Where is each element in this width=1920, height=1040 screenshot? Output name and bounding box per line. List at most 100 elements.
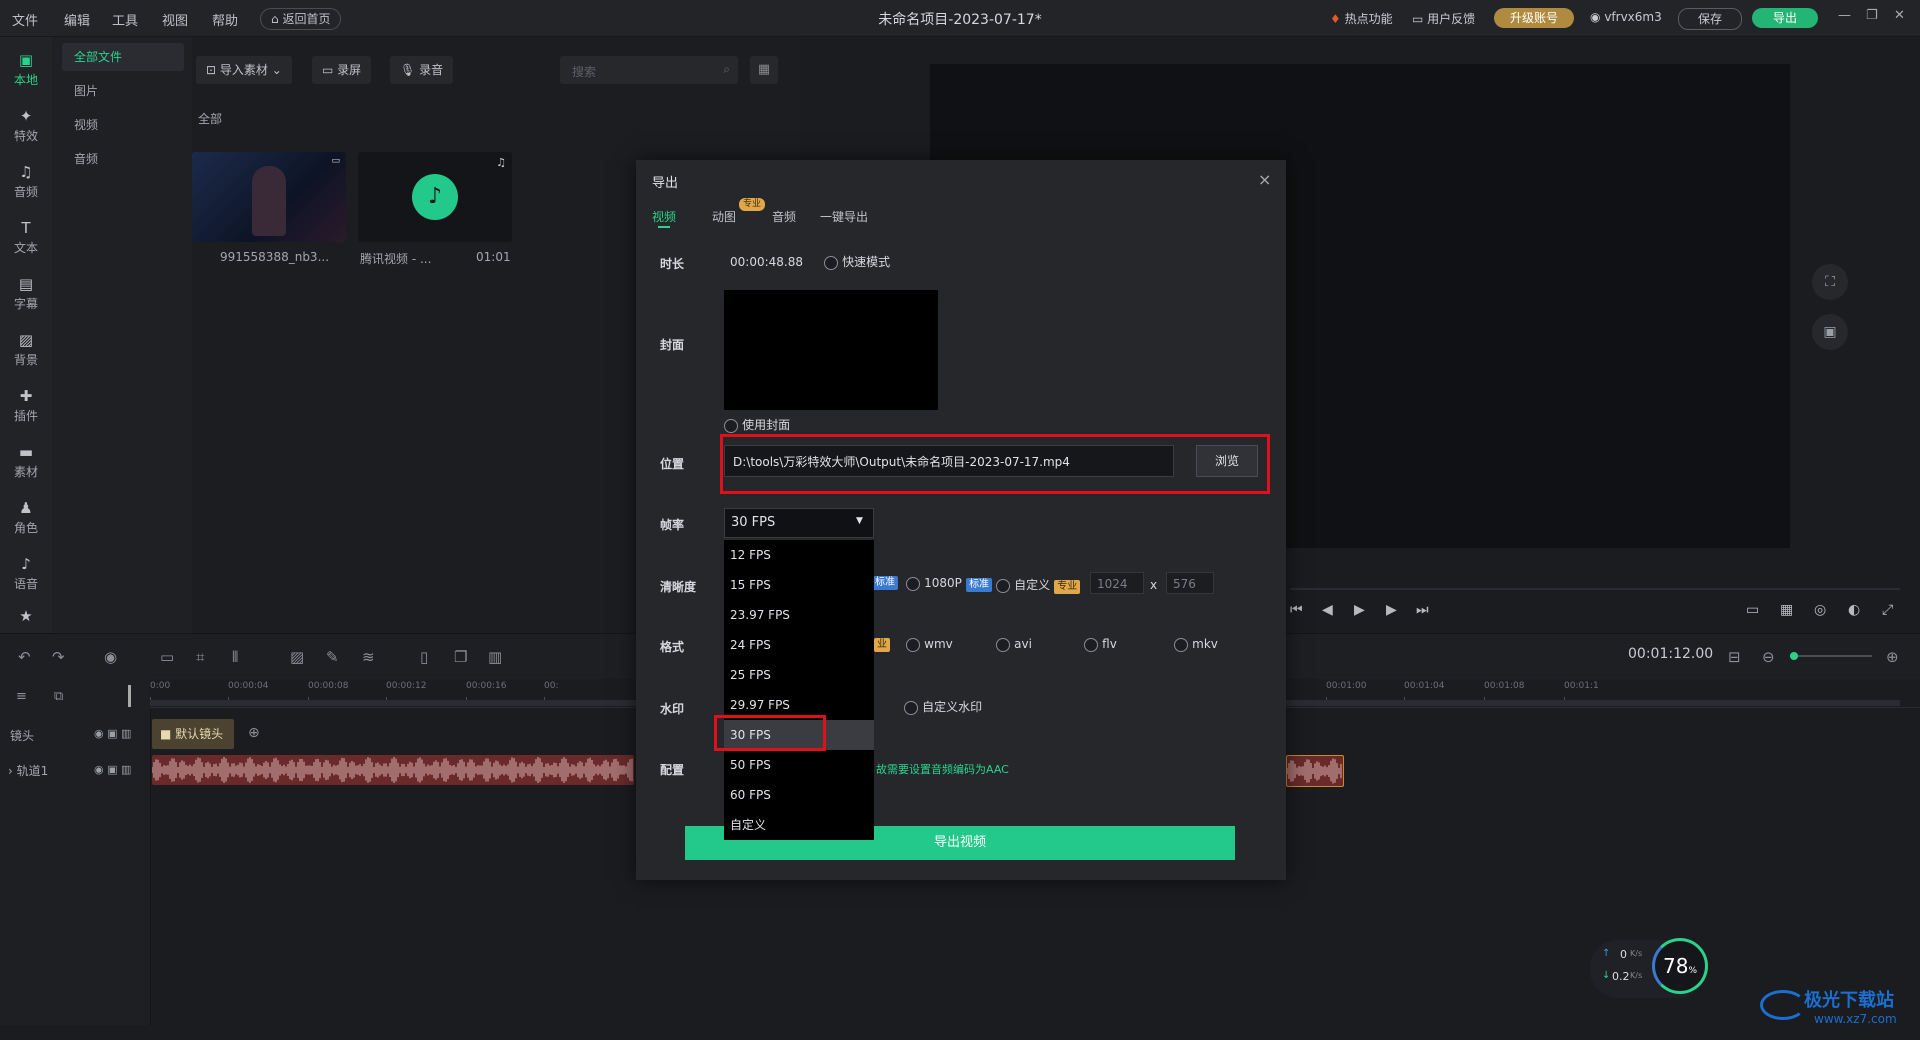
grid-icon[interactable]: ▦ xyxy=(1780,602,1793,618)
eye-icon[interactable]: ◉ ▣ ▥ xyxy=(94,727,131,740)
crop-icon[interactable]: ⌗ xyxy=(196,648,204,666)
mkv-radio[interactable] xyxy=(1174,637,1188,652)
nav-voice[interactable]: ♪ 语音 xyxy=(0,555,52,592)
fps-option[interactable]: 24 FPS xyxy=(724,630,874,660)
fps-option[interactable]: 50 FPS xyxy=(724,750,874,780)
zoom-slider[interactable] xyxy=(1790,652,1872,660)
hot-features-link[interactable]: ♦ 热点功能 xyxy=(1330,10,1393,27)
zoom-in-icon[interactable]: ⊕ xyxy=(1886,648,1899,666)
export-button[interactable]: 导出 xyxy=(1752,8,1818,28)
quality-custom-radio[interactable] xyxy=(996,578,1010,593)
avi-radio[interactable] xyxy=(996,637,1010,652)
fps-option[interactable]: 12 FPS xyxy=(724,540,874,570)
eye-icon[interactable]: ◉ ▣ ▥ xyxy=(94,763,131,776)
split-icon[interactable]: ⫴ xyxy=(232,648,238,666)
pen-icon[interactable]: ✎ xyxy=(326,648,339,666)
audio-clip-end[interactable] xyxy=(1286,755,1344,787)
nav-audio[interactable]: ♫ 音频 xyxy=(0,163,52,200)
prev-frame-icon[interactable]: ◀ xyxy=(1322,602,1333,618)
feedback-link[interactable]: ▭ 用户反馈 xyxy=(1412,10,1475,27)
restore-icon[interactable]: ❐ xyxy=(1866,8,1878,23)
fps-option[interactable]: 25 FPS xyxy=(724,660,874,690)
use-cover-radio[interactable] xyxy=(724,418,738,433)
format-avi-option[interactable]: avi xyxy=(996,637,1032,652)
media-thumbnail-video[interactable]: ▭ xyxy=(192,152,346,242)
layers-icon[interactable]: ≋ xyxy=(362,648,375,666)
nav-subtitle[interactable]: ▤ 字幕 xyxy=(0,275,52,312)
format-mkv-option[interactable]: mkv xyxy=(1174,637,1218,652)
pip-icon[interactable]: ▭ xyxy=(1746,602,1759,618)
redo-icon[interactable]: ↷ xyxy=(52,648,65,666)
nav-materials[interactable]: ▬ 素材 xyxy=(0,443,52,480)
screenshot-icon[interactable]: ◎ xyxy=(1814,602,1826,618)
paste-icon[interactable]: ▯ xyxy=(420,648,428,666)
fps-option[interactable]: 23.97 FPS xyxy=(724,600,874,630)
nav-character[interactable]: ♟ 角色 xyxy=(0,499,52,536)
subnav-audio[interactable]: 音频 xyxy=(62,145,184,173)
dropdown-arrow-icon[interactable]: ▼ xyxy=(856,516,863,526)
nav-effects[interactable]: ✦ 特效 xyxy=(0,107,52,144)
format-flv-option[interactable]: flv xyxy=(1084,637,1117,652)
add-track-icon[interactable]: ≡ xyxy=(16,689,27,704)
play-icon[interactable]: ▶ xyxy=(1354,602,1365,618)
save-button[interactable]: 保存 xyxy=(1678,8,1742,30)
record-screen-button[interactable]: ▭ 录屏 xyxy=(312,56,372,84)
image-edit-icon[interactable]: ▨ xyxy=(290,648,304,666)
subnav-all-files[interactable]: 全部文件 xyxy=(62,43,184,71)
close-icon[interactable]: × xyxy=(1258,170,1271,189)
zoom-slider-handle[interactable] xyxy=(1790,652,1798,660)
nav-favorites[interactable]: ★ xyxy=(0,607,52,627)
add-clip-icon[interactable]: ⊕ xyxy=(248,725,260,741)
subnav-images[interactable]: 图片 xyxy=(62,77,184,105)
menu-file[interactable]: 文件 xyxy=(12,10,38,29)
menu-tools[interactable]: 工具 xyxy=(112,10,138,29)
copy-icon[interactable]: ❐ xyxy=(454,648,467,666)
upgrade-button[interactable]: 升级账号 xyxy=(1494,8,1574,28)
zoom-out-icon[interactable]: ⊖ xyxy=(1762,648,1775,666)
cover-preview[interactable] xyxy=(724,290,938,410)
home-button[interactable]: ⌂ 返回首页 xyxy=(260,8,342,30)
fast-mode-option[interactable]: 快速模式 xyxy=(824,253,890,270)
record-audio-button[interactable]: 🎙 录音 xyxy=(390,56,454,84)
flv-radio[interactable] xyxy=(1084,637,1098,652)
width-input[interactable]: 1024 xyxy=(1090,572,1144,594)
fps-option[interactable]: 15 FPS xyxy=(724,570,874,600)
fps-option[interactable]: 自定义 xyxy=(724,810,874,840)
skip-start-icon[interactable]: ⏮ xyxy=(1290,602,1303,618)
custom-watermark-option[interactable]: 自定义水印 xyxy=(904,698,982,715)
preview-progress[interactable] xyxy=(1290,588,1900,590)
user-account[interactable]: ◉ vfrvx6m3 xyxy=(1590,10,1662,24)
tab-video[interactable]: 视频 xyxy=(652,208,676,225)
nav-plugins[interactable]: ✚ 插件 xyxy=(0,387,52,424)
fullscreen-icon[interactable]: ⤢ xyxy=(1882,602,1893,618)
fps-option[interactable]: 60 FPS xyxy=(724,780,874,810)
menu-help[interactable]: 帮助 xyxy=(212,10,238,29)
next-frame-icon[interactable]: ▶ xyxy=(1386,602,1397,618)
audio-clip[interactable] xyxy=(152,755,634,785)
close-window-icon[interactable]: ✕ xyxy=(1894,8,1905,23)
playhead-handle[interactable] xyxy=(128,685,131,707)
undo-icon[interactable]: ↶ xyxy=(18,648,31,666)
use-cover-option[interactable]: 使用封面 xyxy=(724,416,790,433)
fast-mode-radio[interactable] xyxy=(824,255,838,270)
delete-icon[interactable]: ▥ xyxy=(488,648,502,666)
wmv-radio[interactable] xyxy=(906,637,920,652)
search-input[interactable]: 搜索 ⌕ xyxy=(560,56,738,84)
nav-local[interactable]: ▣ 本地 xyxy=(0,51,52,88)
custom-watermark-radio[interactable] xyxy=(904,700,918,715)
tab-one-click-export[interactable]: 一键导出 xyxy=(820,208,868,225)
lock-icon[interactable]: ▣ xyxy=(1812,314,1848,350)
camera-clip[interactable]: ■ 默认镜头 xyxy=(152,719,234,749)
format-wmv-option[interactable]: wmv xyxy=(906,637,953,652)
tab-audio[interactable]: 音频 xyxy=(772,208,796,225)
menu-view[interactable]: 视图 xyxy=(162,10,188,29)
nav-background[interactable]: ▨ 背景 xyxy=(0,331,52,368)
quality-1080p-radio[interactable] xyxy=(906,576,920,591)
tab-gif[interactable]: 动图 xyxy=(712,208,736,225)
framerate-select[interactable]: 30 FPS xyxy=(724,508,874,538)
frame-icon[interactable]: ▭ xyxy=(160,648,174,666)
minimize-icon[interactable]: — xyxy=(1838,8,1851,23)
grid-view-icon[interactable]: ▦ xyxy=(750,56,778,84)
fit-timeline-icon[interactable]: ⊟ xyxy=(1728,648,1741,666)
volume-icon[interactable]: ◐ xyxy=(1848,602,1860,618)
